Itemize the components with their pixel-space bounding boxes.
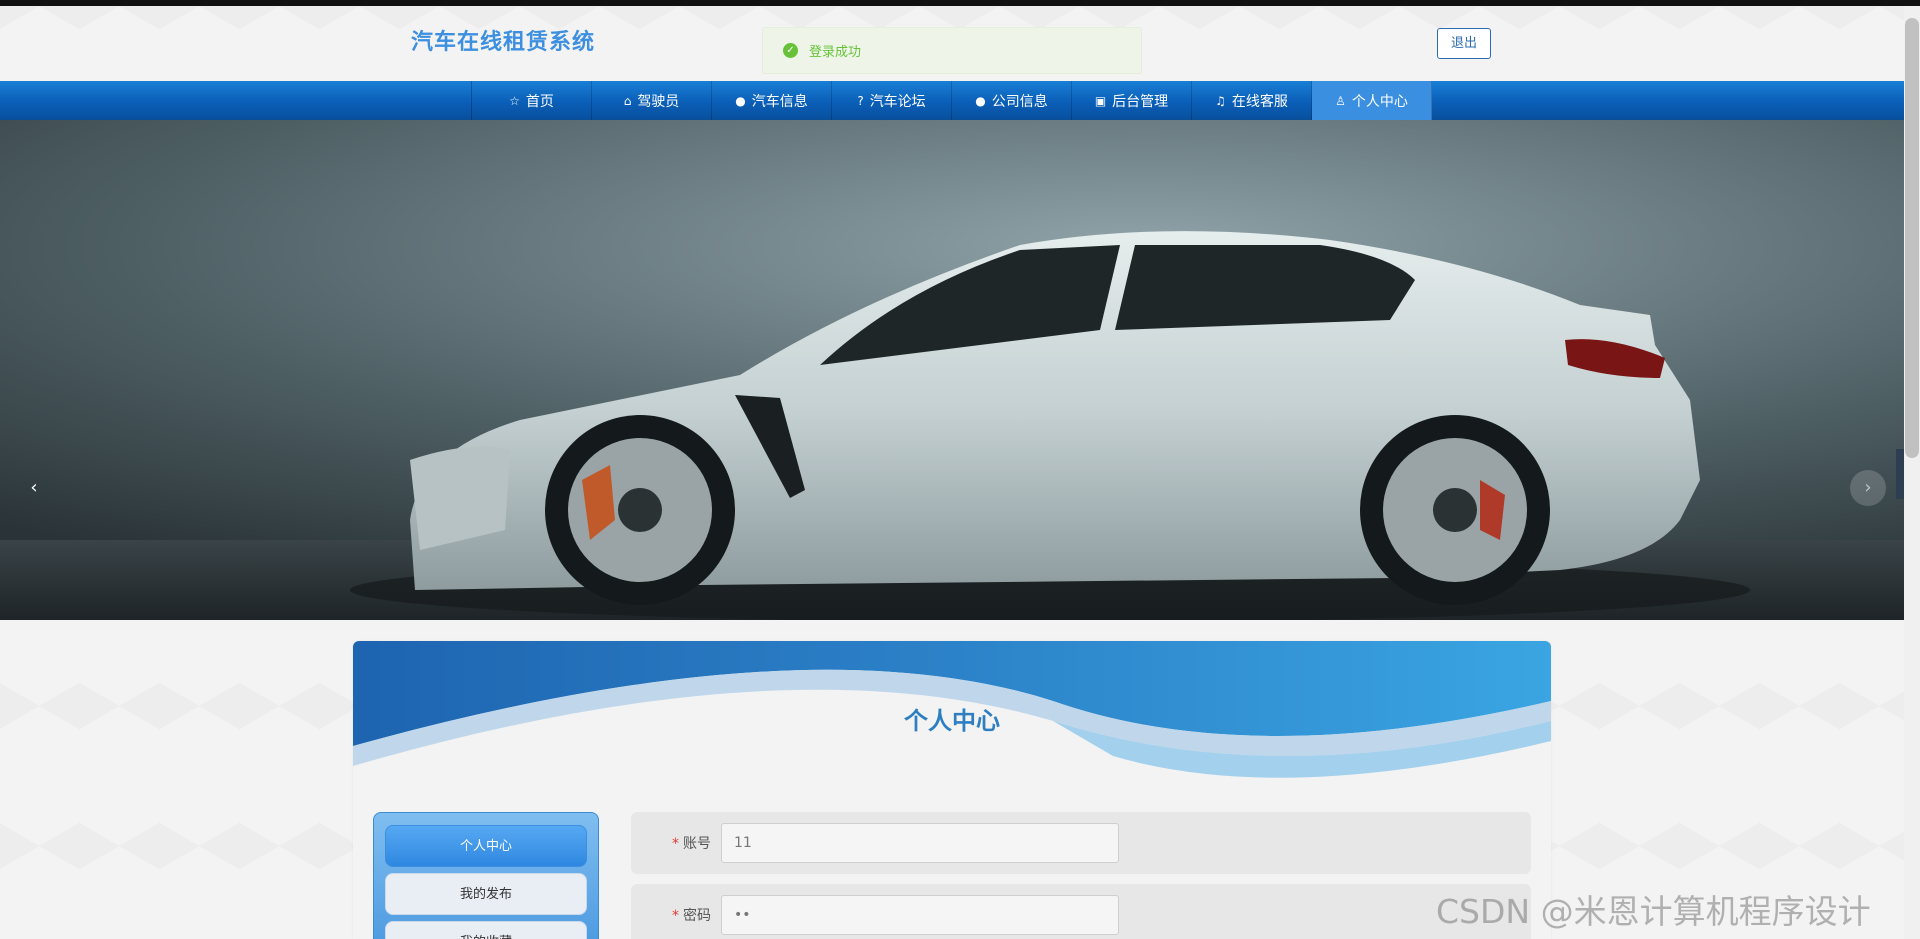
required-mark: * — [672, 908, 679, 924]
scrollbar-thumb[interactable] — [1905, 18, 1919, 458]
menu-item-profile[interactable]: 个人中心 — [385, 825, 587, 867]
nav-item-profile[interactable]: ♙ 个人中心 — [1312, 81, 1432, 120]
site-title: 汽车在线租赁系统 — [411, 30, 596, 55]
nav-item-label: 驾驶员 — [637, 93, 680, 110]
nav-item-drivers[interactable]: ⌂ 驾驶员 — [592, 81, 712, 120]
main-nav: ☆ 首页 ⌂ 驾驶员 ● 汽车信息 ? 汽车论坛 ● 公司信息 ▣ 后台管理 ♫… — [0, 81, 1904, 120]
menu-item-my-posts[interactable]: 我的发布 — [385, 873, 587, 915]
info-icon: ● — [975, 93, 986, 108]
building-icon: ▣ — [1094, 93, 1107, 108]
logout-button[interactable]: 退出 — [1437, 28, 1491, 59]
nav-item-label: 个人中心 — [1351, 93, 1408, 110]
header: 汽车在线租赁系统 ✓ 登录成功 退出 — [0, 6, 1904, 81]
profile-panel: 个人中心 个人中心 我的发布 我的收藏 *账号 *密码 — [353, 641, 1551, 939]
nav-item-label: 公司信息 — [991, 93, 1048, 110]
hero-carousel[interactable]: ‹ › — [0, 120, 1904, 620]
chevron-left-icon[interactable]: ‹ — [16, 470, 52, 506]
info-icon: ● — [735, 93, 746, 108]
form-row-password: * 密码 — [631, 884, 1531, 939]
bag-icon: ⌂ — [623, 93, 632, 108]
nav-item-label: 汽车论坛 — [869, 93, 926, 110]
account-input[interactable] — [721, 823, 1119, 863]
nav-item-label: 汽车信息 — [751, 93, 808, 110]
password-input[interactable] — [721, 895, 1119, 935]
car-slide-image — [0, 120, 1904, 620]
nav-items: ☆ 首页 ⌂ 驾驶员 ● 汽车信息 ? 汽车论坛 ● 公司信息 ▣ 后台管理 ♫… — [471, 81, 1432, 120]
nav-item-admin[interactable]: ▣ 后台管理 — [1072, 81, 1192, 120]
nav-item-support[interactable]: ♫ 在线客服 — [1192, 81, 1312, 120]
nav-item-home[interactable]: ☆ 首页 — [472, 81, 592, 120]
nav-item-car-info[interactable]: ● 汽车信息 — [712, 81, 832, 120]
question-icon: ? — [857, 93, 864, 108]
menu-item-my-favorites[interactable]: 我的收藏 — [385, 921, 587, 939]
nav-item-label: 首页 — [525, 93, 554, 110]
account-label-text: 账号 — [683, 836, 711, 852]
required-mark: * — [672, 836, 679, 852]
password-label: * 密码 — [631, 905, 721, 925]
panel-title: 个人中心 — [904, 707, 1000, 735]
profile-side-menu: 个人中心 我的发布 我的收藏 — [373, 812, 599, 939]
nav-item-company-info[interactable]: ● 公司信息 — [952, 81, 1072, 120]
nav-item-car-forum[interactable]: ? 汽车论坛 — [832, 81, 952, 120]
account-label: * 账号 — [631, 833, 721, 853]
toast-message: 登录成功 — [809, 45, 862, 60]
success-toast: ✓ 登录成功 — [762, 27, 1142, 74]
nav-item-label: 在线客服 — [1231, 93, 1288, 110]
password-label-text: 密码 — [683, 908, 711, 924]
nav-item-label: 后台管理 — [1112, 93, 1169, 110]
headset-icon: ♫ — [1215, 93, 1226, 108]
check-circle-icon: ✓ — [783, 43, 798, 58]
csdn-watermark: CSDN @米恩计算机程序设计 — [1436, 892, 1871, 931]
star-icon: ☆ — [509, 93, 520, 108]
form-row-account: * 账号 — [631, 812, 1531, 874]
chevron-right-icon[interactable]: › — [1850, 470, 1886, 506]
user-icon: ♙ — [1335, 93, 1346, 108]
